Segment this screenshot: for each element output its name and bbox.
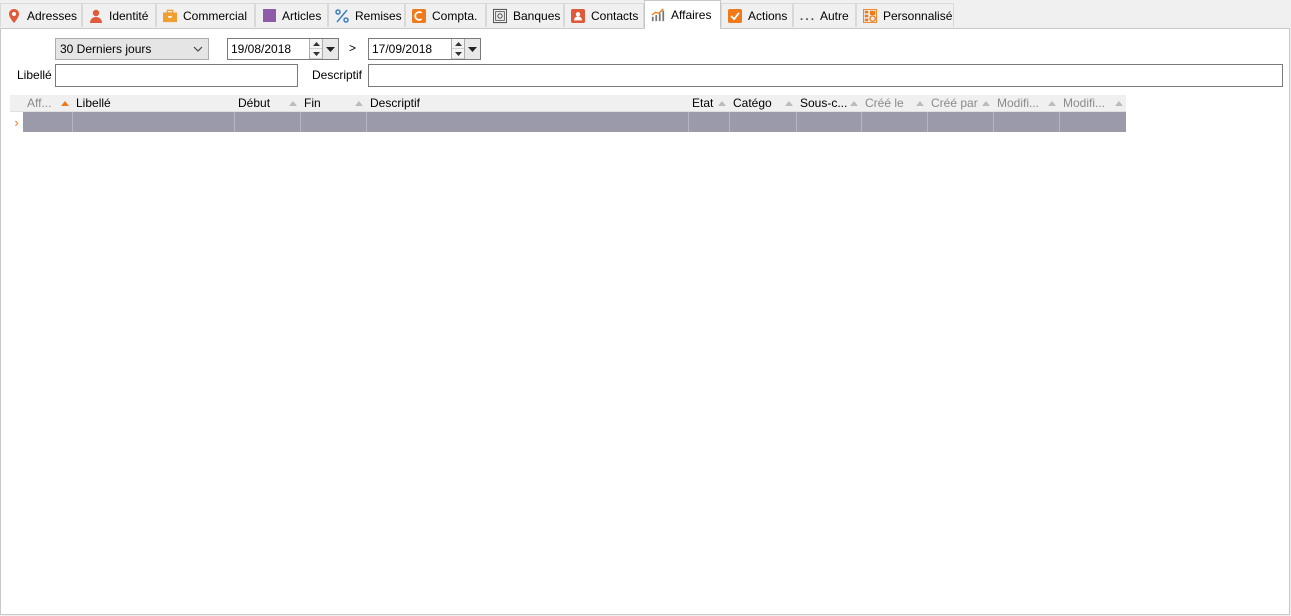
date-to-value: 17/09/2018 <box>372 42 433 56</box>
date-from-spinner[interactable] <box>309 39 322 59</box>
sort-icon <box>288 98 298 108</box>
tab-label: Affaires <box>671 8 712 22</box>
date-to-spinner[interactable] <box>451 39 464 59</box>
table-cell[interactable] <box>729 112 796 132</box>
libelle-input[interactable] <box>55 64 298 87</box>
column-header[interactable]: Aff... <box>23 95 72 112</box>
table-cell[interactable] <box>688 112 729 132</box>
row-pointer-icon: › <box>14 114 19 130</box>
current-row-indicator: › <box>10 112 23 132</box>
row-header-corner <box>10 95 23 112</box>
custom-icon <box>863 8 877 23</box>
tab-label: Autre <box>820 8 849 23</box>
tab-personnalise[interactable]: Personnalisé <box>856 3 954 27</box>
table-cell[interactable] <box>234 112 300 132</box>
tab-label: Actions <box>748 8 788 23</box>
tab-actions[interactable]: Actions <box>721 3 793 27</box>
sort-icon <box>849 98 859 108</box>
table-cell[interactable] <box>72 112 234 132</box>
table-cell[interactable] <box>927 112 993 132</box>
sort-icon <box>981 98 991 108</box>
calendar-dropdown-button[interactable] <box>464 39 480 59</box>
column-header[interactable]: Catégo <box>729 95 796 112</box>
sort-icon <box>354 98 364 108</box>
date-from-field[interactable]: 19/08/2018 <box>227 38 339 60</box>
tab-label: Personnalisé <box>883 8 953 23</box>
column-header[interactable]: Modifi... <box>993 95 1059 112</box>
tab-commercial[interactable]: Commercial <box>156 3 255 27</box>
tab-banques[interactable]: Banques <box>486 3 564 27</box>
tab-identite[interactable]: Identité <box>82 3 156 27</box>
table-cell[interactable] <box>1059 112 1126 132</box>
tab-label: Remises <box>355 8 402 23</box>
tab-bar: Adresses Identité Commercial Articles Re… <box>0 0 1291 29</box>
column-header[interactable]: Modifi... <box>1059 95 1126 112</box>
more-dots-icon <box>800 9 814 23</box>
date-to-field[interactable]: 17/09/2018 <box>368 38 481 60</box>
tab-label: Banques <box>513 8 561 23</box>
libelle-label: Libellé <box>17 68 52 82</box>
briefcase-icon <box>163 9 177 23</box>
chart-icon <box>651 8 665 22</box>
sort-icon <box>784 98 794 108</box>
affaires-grid: Aff... Libellé Début Fin Descriptif Etat… <box>10 95 1126 133</box>
column-header[interactable]: Etat <box>688 95 729 112</box>
person-icon <box>89 9 103 23</box>
chevron-down-icon <box>188 39 208 59</box>
spin-up-icon[interactable] <box>452 39 464 49</box>
calendar-dropdown-button[interactable] <box>322 39 338 59</box>
tab-label: Adresses <box>27 8 78 23</box>
sort-icon <box>717 98 727 108</box>
spin-up-icon[interactable] <box>310 39 322 49</box>
date-from-value: 19/08/2018 <box>231 42 292 56</box>
tab-label: Commercial <box>183 8 248 23</box>
sort-asc-icon <box>60 98 70 108</box>
column-header[interactable]: Fin <box>300 95 366 112</box>
tab-compta[interactable]: Compta. <box>405 3 486 27</box>
period-select-value: 30 Derniers jours <box>60 42 152 56</box>
column-header[interactable]: Descriptif <box>366 95 688 112</box>
table-cell[interactable] <box>23 112 72 132</box>
checkbox-icon <box>728 8 742 23</box>
sort-icon <box>915 98 925 108</box>
table-cell[interactable] <box>993 112 1059 132</box>
table-cell[interactable] <box>300 112 366 132</box>
table-cell[interactable] <box>861 112 927 132</box>
column-header[interactable]: Créé le <box>861 95 927 112</box>
table-cell[interactable] <box>366 112 688 132</box>
map-pin-icon <box>7 8 21 23</box>
tab-articles[interactable]: Articles <box>255 3 328 27</box>
sort-icon <box>1114 98 1124 108</box>
accounting-icon <box>412 8 426 23</box>
table-cell[interactable] <box>796 112 861 132</box>
tab-label: Compta. <box>432 8 478 23</box>
descriptif-label: Descriptif <box>312 68 363 82</box>
column-header[interactable]: Sous-c... <box>796 95 861 112</box>
tab-label: Identité <box>109 8 149 23</box>
tab-contacts[interactable]: Contacts <box>564 3 644 27</box>
period-select[interactable]: 30 Derniers jours <box>55 38 209 60</box>
tab-label: Contacts <box>591 8 639 23</box>
date-range-separator: > <box>349 41 357 55</box>
column-header[interactable]: Début <box>234 95 300 112</box>
contact-card-icon <box>571 8 585 23</box>
sort-icon <box>1047 98 1057 108</box>
tab-label: Articles <box>282 8 322 23</box>
descriptif-input[interactable] <box>368 64 1283 87</box>
column-header[interactable]: Libellé <box>72 95 234 112</box>
tab-autre[interactable]: Autre <box>793 3 856 27</box>
spin-down-icon[interactable] <box>310 49 322 59</box>
tab-remises[interactable]: Remises <box>328 3 405 27</box>
square-icon <box>262 9 276 23</box>
tab-adresses[interactable]: Adresses <box>0 3 82 27</box>
safe-icon <box>493 8 507 23</box>
tab-affaires[interactable]: Affaires <box>644 0 721 29</box>
column-header[interactable]: Créé par <box>927 95 993 112</box>
spin-down-icon[interactable] <box>452 49 464 59</box>
percent-icon <box>335 8 349 23</box>
